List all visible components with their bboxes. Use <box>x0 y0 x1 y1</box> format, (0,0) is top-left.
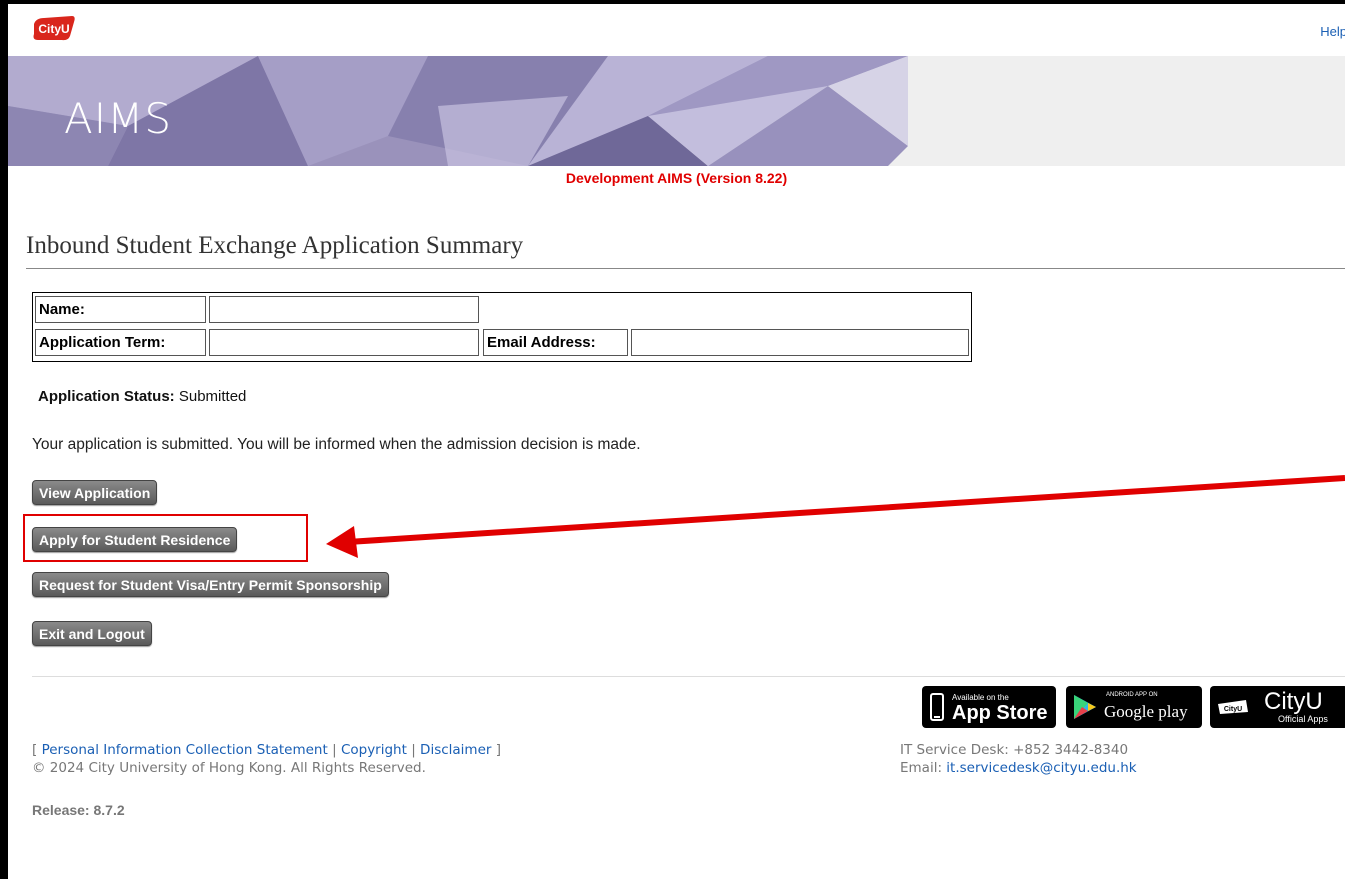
status-value: Submitted <box>178 388 247 405</box>
copyright-link[interactable]: Copyright <box>341 742 407 758</box>
email-address-label: Email Address: <box>483 329 628 356</box>
cityu-mini-logo-icon: CityU <box>1218 700 1248 714</box>
dev-version-notice: Development AIMS (Version 8.22) <box>565 170 788 186</box>
cityu-apps-big-text: CityU <box>1264 688 1323 715</box>
banner-graphic <box>8 56 908 166</box>
cityu-logo[interactable]: CityU <box>32 14 76 42</box>
google-play-icon <box>1074 695 1096 719</box>
service-email-link[interactable]: it.servicedesk@cityu.edu.hk <box>946 760 1136 776</box>
disclaimer-link[interactable]: Disclaimer <box>420 742 491 758</box>
title-divider <box>26 268 1345 269</box>
cityu-apps-small-text: Official Apps <box>1278 714 1328 724</box>
help-link[interactable]: Help <box>1320 24 1345 39</box>
release-version: Release: 8.7.2 <box>32 802 125 818</box>
copyright-text: © 2024 City University of Hong Kong. All… <box>32 760 426 776</box>
application-term-value <box>209 329 479 356</box>
application-term-label: Application Term: <box>35 329 206 356</box>
status-label: Application Status: <box>38 388 175 405</box>
google-play-big-text: Google play <box>1104 702 1188 721</box>
name-value <box>209 296 479 323</box>
page-title: Inbound Student Exchange Application Sum… <box>26 232 524 259</box>
service-desk-email: Email: it.servicedesk@cityu.edu.hk <box>900 760 1137 776</box>
annotation-arrow <box>326 475 1345 558</box>
application-status: Application Status: Submitted <box>38 388 246 405</box>
svg-text:CityU: CityU <box>1224 706 1242 713</box>
footer-links: [ Personal Information Collection Statem… <box>32 742 501 758</box>
page: CityU Help AIMS Development AIMS (Versio… <box>8 4 1345 879</box>
exit-logout-button[interactable]: Exit and Logout <box>32 621 152 646</box>
highlight-annotation-box <box>23 514 308 562</box>
bracket-open: [ <box>32 742 42 758</box>
request-visa-sponsorship-button[interactable]: Request for Student Visa/Entry Permit Sp… <box>32 572 389 597</box>
email-address-value <box>631 329 969 356</box>
google-play-badge[interactable]: ANDROID APP ON Google play <box>1066 686 1202 728</box>
app-store-small-text: Available on the <box>952 693 1009 702</box>
phone-icon <box>930 693 944 721</box>
service-desk-phone: IT Service Desk: +852 3442-8340 <box>900 742 1129 758</box>
pics-link[interactable]: Personal Information Collection Statemen… <box>42 742 328 758</box>
banner: AIMS <box>8 56 1345 166</box>
status-message: Your application is submitted. You will … <box>32 436 641 453</box>
separator: | <box>406 742 421 758</box>
separator: | <box>327 742 341 758</box>
banner-title: AIMS <box>64 94 173 143</box>
applicant-info-table: Name: Application Term: Email Address: <box>32 292 972 362</box>
cityu-apps-badge[interactable]: CityU CityU Official Apps <box>1210 686 1345 728</box>
app-store-big-text: App Store <box>952 702 1048 724</box>
bracket-close: ] <box>491 742 501 758</box>
footer-divider <box>32 676 1345 677</box>
google-play-small-text: ANDROID APP ON <box>1106 692 1158 698</box>
email-label: Email: <box>900 760 947 776</box>
logo-text: CityU <box>38 22 69 36</box>
view-application-button[interactable]: View Application <box>32 480 158 505</box>
name-label: Name: <box>35 296 206 323</box>
app-store-badge[interactable]: Available on the App Store <box>922 686 1056 728</box>
